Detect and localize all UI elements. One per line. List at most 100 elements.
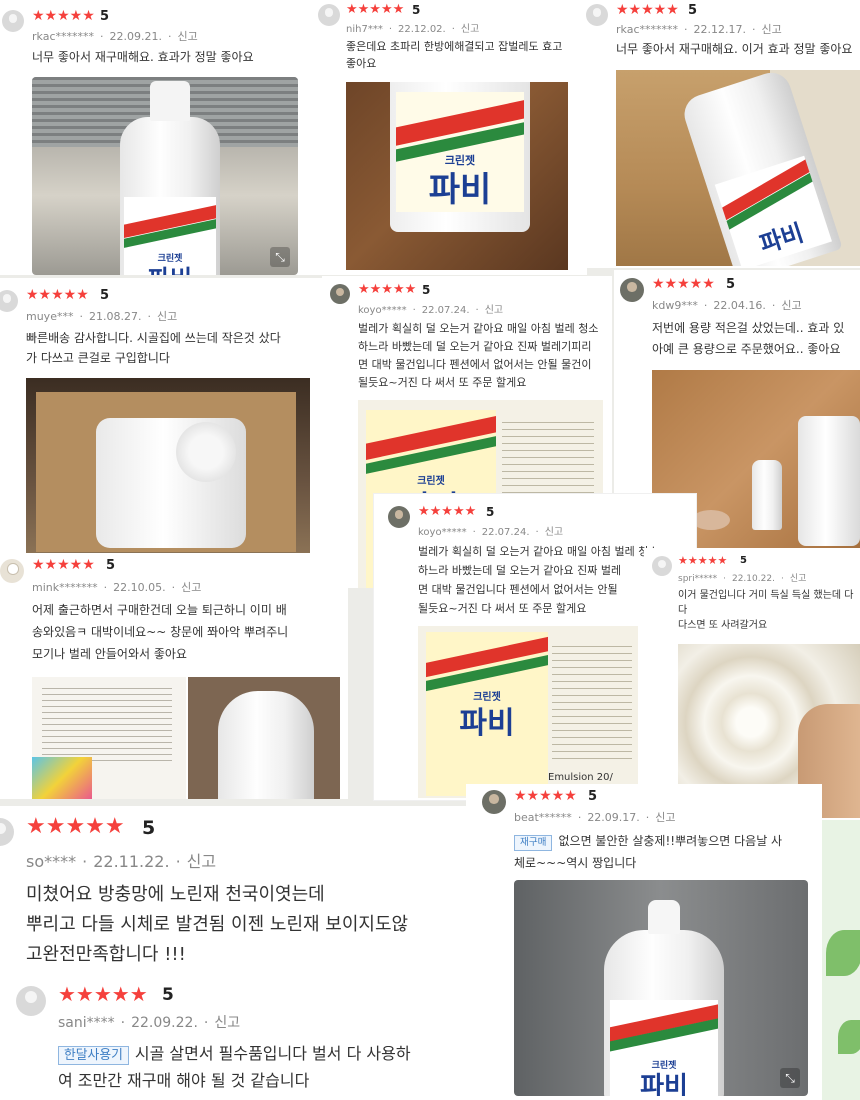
- review-date: 21.08.27.: [88, 310, 142, 323]
- report-link[interactable]: 신고: [461, 24, 479, 35]
- product-label: 크린젯 파비: [426, 632, 548, 796]
- lid: [692, 510, 730, 530]
- review-photo[interactable]: [26, 378, 310, 556]
- product-bottle: 크린젯 파비: [604, 900, 724, 1096]
- star-rating: ★★★★★: [358, 282, 417, 297]
- review-meta: muye*** · 21.08.27. · 신고: [26, 310, 178, 323]
- rating-score: 5: [726, 277, 736, 292]
- review-card: ★★★★★ 5 mink******* · 22.10.05. · 신고 어제 출근하면…: [0, 553, 348, 799]
- review-date: 22.09.17.: [587, 811, 640, 824]
- star-rating: ★★★★★: [346, 2, 405, 17]
- rating-score: 5: [100, 9, 110, 24]
- report-link[interactable]: 신고: [157, 310, 177, 323]
- review-meta: sani**** · 22.09.22. · 신고: [58, 1015, 241, 1031]
- avatar: [586, 4, 608, 26]
- report-link[interactable]: 신고: [545, 527, 563, 538]
- review-text: 좋은데요 초파리 한방에해결되고 잡벌레도 효고 좋아요: [346, 40, 563, 70]
- review-card: ★★★★★ 5 rkac******* · 22.09.21. · 신고 너무 좋아서 …: [0, 0, 312, 275]
- rating-score: 5: [100, 288, 110, 303]
- review-card: ★★★★★ 5 rkac******* · 22.12.17. · 신고 너무 좋아서 …: [584, 0, 860, 268]
- review-photo[interactable]: 크린젯 파비: [346, 82, 568, 270]
- review-text: 한달사용기 시골 살면서 필수품입니다 벌서 다 사용하 여 조만간 재구매 해야…: [58, 1040, 494, 1094]
- star-rating: ★★★★★: [616, 2, 679, 18]
- report-link[interactable]: 신고: [181, 581, 201, 594]
- star-rating: ★★★★★: [26, 287, 89, 303]
- review-meta: spri***** · 22.10.22. · 신고: [678, 574, 807, 584]
- bottle-cap: [648, 900, 680, 934]
- avatar: [652, 556, 672, 576]
- reviewer-id: koyo*****: [418, 527, 467, 538]
- review-meta: koyo***** · 22.07.24. · 신고: [418, 527, 564, 538]
- avatar: [388, 506, 410, 528]
- review-text: 빠른배송 감사합니다. 시골집에 쓰는데 작은것 샀다 가 다쓰고 큰걸로 구입…: [26, 331, 281, 365]
- review-text: 재구매 없으면 불안한 살충제!!뿌려놓으면 다음날 사 체로~~~역시 짱입니다: [514, 830, 814, 874]
- white-jerrycan: [798, 416, 860, 546]
- expand-icon[interactable]: ⤡: [270, 247, 290, 267]
- star-rating: ★★★★★: [32, 557, 95, 573]
- product-label: 크린젯 파비: [124, 197, 216, 275]
- review-photo[interactable]: 크린젯 파비 ⤡: [514, 880, 808, 1096]
- reviewer-id: spri*****: [678, 574, 718, 584]
- instructions-text-block: [42, 683, 172, 763]
- product-label: 크린젯 파비: [396, 92, 524, 212]
- report-link[interactable]: 신고: [214, 1015, 240, 1031]
- rating-score: 5: [740, 555, 747, 566]
- review-text: 미쳤어요 방충망에 노린재 천국이엿는데 뿌리고 다들 시체로 발견됨 이젠 노…: [26, 884, 409, 965]
- review-card: ★★★★★ 5 muye*** · 21.08.27. · 신고 빠른배송 감사합니다.…: [0, 278, 322, 556]
- product-bottle: [218, 691, 314, 799]
- review-date: 22.09.22.: [131, 1015, 198, 1031]
- reviewer-id: sani****: [58, 1015, 115, 1031]
- review-photo[interactable]: 크린젯 파비 Emulsion 20/: [418, 626, 638, 798]
- reviewer-id: rkac*******: [32, 30, 94, 43]
- review-date: 22.04.16.: [713, 299, 766, 312]
- review-text: 어제 출근하면서 구매한건데 오늘 퇴근하니 이미 배 송와있음ㅋ 대박이네요~…: [32, 603, 289, 661]
- instructions-text-block: [552, 640, 632, 760]
- review-date: 22.10.05.: [113, 581, 166, 594]
- product-bottle: [752, 460, 782, 530]
- avatar: [0, 290, 18, 312]
- reviewer-id: nih7***: [346, 24, 383, 35]
- rating-score: 5: [422, 283, 431, 297]
- leaf-decoration: [826, 930, 860, 976]
- rating-score: 5: [106, 558, 116, 573]
- review-text: 너무 좋아서 재구매해요. 이거 효과 정말 좋아요: [616, 42, 853, 56]
- review-photo[interactable]: 크린젯 파비 ⤡: [32, 77, 298, 275]
- review-text: 너무 좋아서 재구매해요. 효과가 정말 좋아요: [32, 50, 254, 64]
- avatar: [482, 790, 506, 814]
- star-rating: ★★★★★: [678, 554, 728, 567]
- review-date: 22.07.24.: [481, 527, 530, 538]
- review-badge: 재구매: [514, 835, 553, 851]
- star-rating: ★★★★★: [652, 276, 715, 292]
- report-link[interactable]: 신고: [790, 574, 807, 584]
- report-link[interactable]: 신고: [187, 852, 216, 871]
- rating-score: 5: [412, 3, 421, 17]
- review-photo[interactable]: 파비: [616, 70, 860, 266]
- avatar: [2, 10, 24, 32]
- review-card: ★★★★★ 5 nih7*** · 22.12.02. · 신고 좋은데요 초파리 한방…: [312, 0, 587, 275]
- brand-name: 파비: [640, 1072, 688, 1096]
- review-meta: beat****** · 22.09.17. · 신고: [514, 811, 676, 824]
- report-link[interactable]: 신고: [177, 30, 197, 43]
- reviewer-id: rkac*******: [616, 23, 678, 36]
- review-card: ★★★★★ 5 beat****** · 22.09.17. · 신고 재구매 없으면 불…: [466, 784, 822, 1100]
- review-meta: rkac******* · 22.12.17. · 신고: [616, 23, 782, 36]
- avatar: [16, 986, 46, 1016]
- review-date: 22.12.17.: [693, 23, 746, 36]
- product-label: 파비: [714, 155, 832, 266]
- rating-score: 5: [162, 985, 174, 1005]
- reviewer-id: kdw9***: [652, 299, 698, 312]
- report-link[interactable]: 신고: [655, 811, 675, 824]
- report-link[interactable]: 신고: [761, 23, 781, 36]
- review-photo[interactable]: [188, 677, 340, 799]
- product-bottle: 크린젯 파비: [120, 81, 220, 275]
- review-text: 벌레가 획실히 덜 오는거 같아요 매일 아침 벌레 청소 하느라 바빴는데 덜…: [358, 322, 599, 389]
- report-link[interactable]: 신고: [781, 299, 801, 312]
- brand-name: 파비: [428, 170, 492, 210]
- expand-icon[interactable]: ⤡: [780, 1068, 800, 1088]
- review-date: 22.07.24.: [421, 305, 470, 316]
- report-link[interactable]: 신고: [485, 305, 503, 316]
- review-photo[interactable]: [32, 677, 186, 799]
- review-meta: mink******* · 22.10.05. · 신고: [32, 581, 202, 594]
- review-meta: so**** · 22.11.22. · 신고: [26, 852, 217, 871]
- rating-score: 5: [486, 505, 495, 519]
